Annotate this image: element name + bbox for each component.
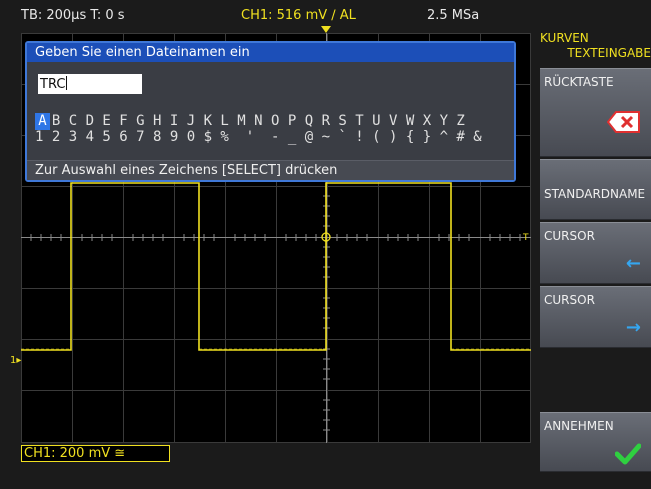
char-row-symbols[interactable]: 1 2 3 4 5 6 7 8 9 0 $ % ' - _ @ ~ ` ! ( … (35, 129, 482, 145)
backspace-icon (606, 111, 641, 136)
sample-rate-readout: 2.5 MSa (427, 8, 480, 23)
timebase-readout: TB: 200µs T: 0 s (21, 8, 125, 23)
cursor-right-label: CURSOR (544, 293, 595, 307)
trigger-readout: CH1: 516 mV ∕ AL (241, 8, 356, 23)
channel-1-scale-label[interactable]: CH1: 200 mV ≅ (21, 445, 170, 462)
filename-value: TRC (40, 77, 66, 92)
trigger-level-marker: T (522, 233, 529, 243)
menu-title-line-2: TEXTEINGABE (567, 46, 651, 60)
text-caret (66, 76, 68, 90)
arrow-left-icon: ← (625, 253, 641, 274)
backspace-button[interactable]: RÜCKTASTE (540, 68, 651, 157)
softkey-menu: KURVEN TEXTEINGABE RÜCKTASTE STANDARDNAM… (540, 28, 651, 489)
default-name-label: STANDARDNAME (544, 187, 646, 201)
default-name-button[interactable]: STANDARDNAME (540, 159, 651, 220)
selected-character[interactable]: A (35, 113, 50, 130)
backspace-label: RÜCKTASTE (544, 75, 614, 89)
cursor-right-button[interactable]: CURSOR → (540, 286, 651, 348)
dialog-title: Geben Sie einen Dateinamen ein (27, 43, 514, 62)
filename-input[interactable]: TRC (38, 74, 142, 94)
ground-level-label: 1 (10, 355, 17, 366)
char-row-letters[interactable]: A B C D E F G H I J K L M N O P Q R S T … (35, 113, 465, 129)
menu-title-line-1: KURVEN (540, 31, 589, 45)
menu-title: KURVEN TEXTEINGABE (540, 28, 651, 64)
arrow-right-icon: → (625, 317, 641, 338)
status-bar: TB: 200µs T: 0 s CH1: 516 mV ∕ AL 2.5 MS… (0, 0, 535, 33)
checkmark-icon (614, 443, 642, 468)
ground-level-marker: 1▸ (10, 355, 22, 366)
filename-dialog: Geben Sie einen Dateinamen ein TRC A B C… (25, 41, 516, 182)
accept-label: ANNEHMEN (544, 419, 614, 433)
dialog-hint: Zur Auswahl eines Zeichens [SELECT] drüc… (27, 160, 514, 180)
cursor-left-button[interactable]: CURSOR ← (540, 222, 651, 284)
cursor-left-label: CURSOR (544, 229, 595, 243)
trigger-position-marker (321, 26, 331, 33)
accept-button[interactable]: ANNEHMEN (540, 412, 651, 472)
